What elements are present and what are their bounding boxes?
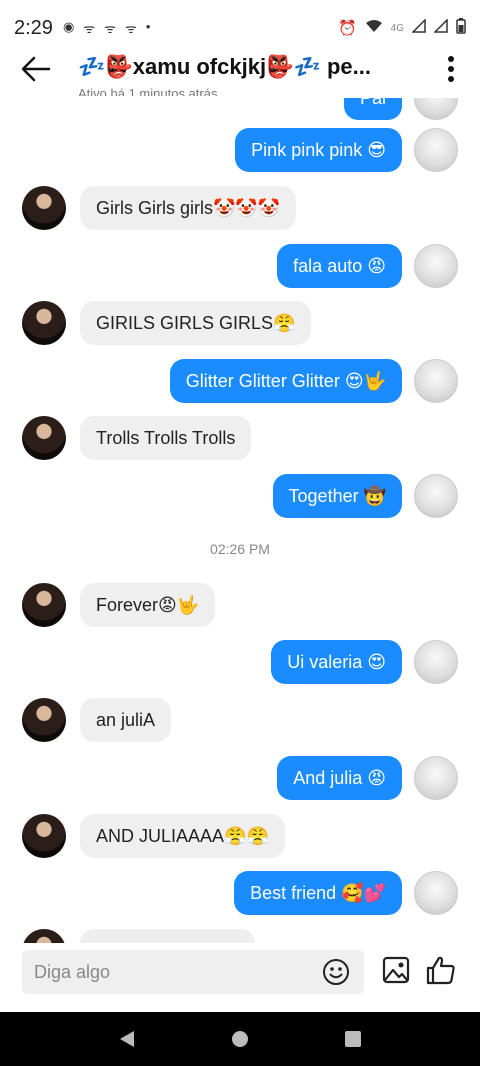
signal-icon <box>433 18 448 37</box>
message-row-outgoing: And julia 😡 <box>277 756 402 800</box>
avatar-contact[interactable] <box>22 583 66 627</box>
message-row-incoming: an juliA <box>80 698 172 742</box>
message-bubble-incoming[interactable]: an juliA <box>80 698 172 742</box>
message-row-incoming: Trolls Trolls Trolls <box>80 416 252 460</box>
message-bubble-incoming[interactable] <box>80 929 255 943</box>
image-icon[interactable] <box>382 956 410 984</box>
app-notification-icon: ᯤ <box>104 21 117 36</box>
back-arrow-icon <box>21 56 51 82</box>
nav-recents-button[interactable] <box>338 1024 368 1054</box>
avatar-contact[interactable] <box>22 186 66 230</box>
like-icon[interactable] <box>426 955 456 985</box>
chat-header: 💤👺xamu ofckjkj👺💤 pe... Ativo há 1 minuto… <box>0 40 480 98</box>
notification-icons: ◉ ᯤ ᯤ ᯤ • <box>63 19 151 37</box>
avatar-self[interactable] <box>414 359 458 403</box>
avatar-contact[interactable] <box>22 814 66 858</box>
message-input[interactable] <box>34 961 304 983</box>
avatar-self[interactable] <box>414 756 458 800</box>
nav-home-button[interactable] <box>225 1024 255 1054</box>
title-area[interactable]: 💤👺xamu ofckjkj👺💤 pe... Ativo há 1 minuto… <box>78 42 436 96</box>
dot-icon: • <box>145 19 151 34</box>
message-bubble-incoming[interactable]: Girls Girls girls🤡🤡🤡 <box>80 186 297 230</box>
message-bubble-outgoing[interactable]: Glitter Glitter Glitter 😍🤟 <box>169 359 402 403</box>
message-bubble-incoming[interactable]: AND JULIAAAA😤😤 <box>80 814 285 858</box>
message-bubble-incoming[interactable]: Trolls Trolls Trolls <box>80 416 252 460</box>
message-row-outgoing: Pink pink pink 😎 <box>235 128 402 172</box>
status-right: ⏰ 4G <box>338 18 466 38</box>
emoji-icon[interactable] <box>322 958 350 986</box>
message-composer <box>22 950 364 994</box>
message-row-outgoing: Best friend 🥰💕 <box>234 871 402 915</box>
status-time: 2:29 <box>14 16 53 39</box>
message-row-outgoing: Glitter Glitter Glitter 😍🤟 <box>169 359 402 403</box>
chat-subtitle: Ativo há 1 minutos atrás <box>78 86 218 96</box>
message-bubble-incoming[interactable]: Forever😡🤟 <box>80 583 216 627</box>
message-bubble-outgoing[interactable]: Ui valeria 😍 <box>271 640 402 684</box>
back-button[interactable] <box>14 47 58 91</box>
message-bubble-outgoing[interactable]: Best friend 🥰💕 <box>234 871 402 915</box>
avatar-self[interactable] <box>414 640 458 684</box>
avatar-self[interactable] <box>414 128 458 172</box>
avatar-self[interactable] <box>414 244 458 288</box>
more-vert-icon <box>448 56 454 82</box>
avatar-self[interactable] <box>414 98 458 120</box>
message-bubble-outgoing[interactable]: Pal <box>343 98 402 120</box>
message-bubble-outgoing[interactable]: Pink pink pink 😎 <box>235 128 402 172</box>
app-notification-icon: ᯤ <box>125 21 137 36</box>
message-row-outgoing: Together 🤠 <box>272 474 402 518</box>
wifi-icon <box>365 19 383 37</box>
message-bubble-outgoing[interactable]: fala auto 😡 <box>277 244 402 288</box>
avatar-contact[interactable] <box>22 929 66 943</box>
message-list[interactable]: Pal Pink pink pink 😎 Girls Girls girls🤡🤡… <box>0 98 480 943</box>
message-row-outgoing: Ui valeria 😍 <box>271 640 402 684</box>
avatar-self[interactable] <box>414 871 458 915</box>
message-row-incoming: Forever😡🤟 <box>80 583 216 627</box>
message-row-outgoing: Pal <box>343 98 402 120</box>
message-bubble-incoming[interactable]: GIRILS GIRLS GIRLS😤 <box>80 301 312 345</box>
message-row-incoming: Girls Girls girls🤡🤡🤡 <box>80 186 297 230</box>
battery-icon <box>456 18 466 38</box>
chat-title: 💤👺xamu ofckjkj👺💤 pe... <box>78 54 371 79</box>
message-row-incoming: GIRILS GIRLS GIRLS😤 <box>80 301 312 345</box>
signal-icon <box>411 18 426 37</box>
nav-back-button[interactable] <box>112 1024 142 1054</box>
network-label: 4G <box>390 22 404 34</box>
avatar-contact[interactable] <box>22 301 66 345</box>
message-row-outgoing: fala auto 😡 <box>277 244 402 288</box>
record-icon: ◉ <box>62 19 75 34</box>
message-bubble-outgoing[interactable]: Together 🤠 <box>272 474 402 518</box>
status-left: 2:29 ◉ ᯤ ᯤ ᯤ • <box>14 17 150 40</box>
nav-home-icon <box>231 1031 248 1047</box>
message-row-incoming <box>80 929 255 943</box>
more-options-button[interactable] <box>436 47 466 91</box>
message-row-incoming: AND JULIAAAA😤😤 <box>80 814 285 858</box>
message-timestamp: 02:26 PM <box>210 541 270 557</box>
message-bubble-outgoing[interactable]: And julia 😡 <box>277 756 402 800</box>
nav-recents-icon <box>345 1031 362 1047</box>
avatar-self[interactable] <box>414 474 458 518</box>
app-notification-icon: ᯤ <box>83 21 96 36</box>
avatar-contact[interactable] <box>22 698 66 742</box>
nav-back-icon <box>119 1031 134 1047</box>
alarm-icon: ⏰ <box>337 20 357 37</box>
system-nav-bar <box>0 1012 480 1066</box>
avatar-contact[interactable] <box>22 416 66 460</box>
